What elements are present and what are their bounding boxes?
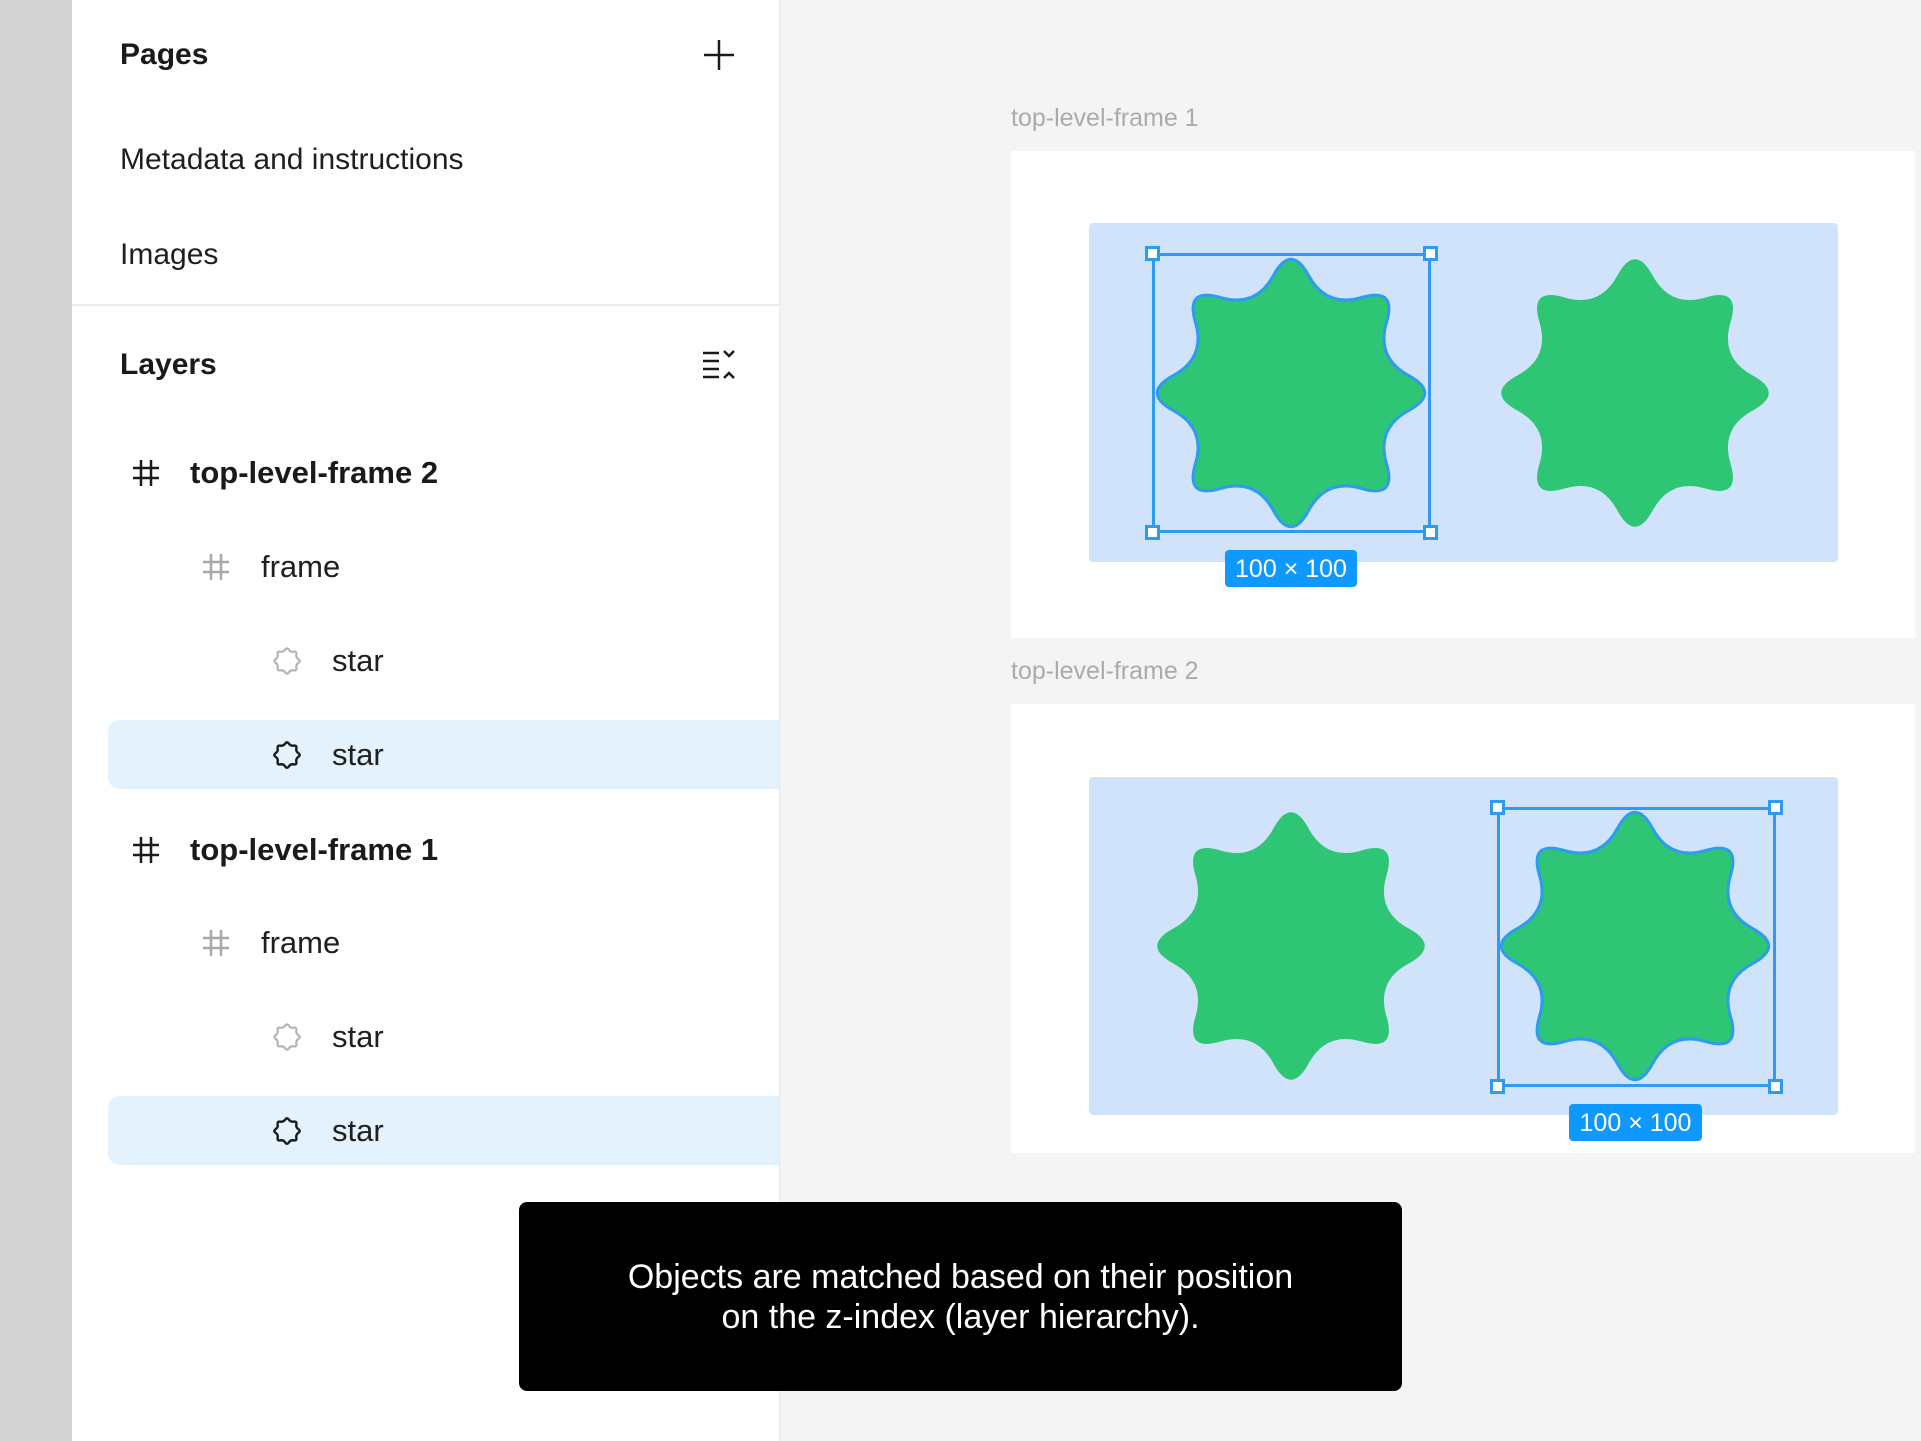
selection-box-frame-2 [1497,807,1776,1087]
star-icon [270,1020,304,1054]
layer-row-frame[interactable]: frame [108,908,779,977]
dimensions-badge-frame-2: 100 × 100 [1569,1104,1702,1141]
frame-icon [129,833,163,867]
star-icon [270,644,304,678]
layer-label: star [332,1018,384,1054]
pages-title: Pages [120,38,209,71]
caption-box: Objects are matched based on their posit… [519,1202,1402,1391]
layer-row-top-level-frame-2[interactable]: top-level-frame 2 [108,438,779,507]
left-toolbar-strip [0,0,72,1441]
layer-label: star [332,642,384,678]
frame-icon [199,926,233,960]
resize-handle-bottom-right[interactable] [1768,1079,1783,1094]
layer-label: star [332,736,384,772]
layer-row-star-selected[interactable]: star [108,720,779,789]
layer-label: frame [261,548,341,584]
star-icon [270,1114,304,1148]
selection-box-frame-1 [1152,253,1431,533]
layer-row-frame[interactable]: frame [108,532,779,601]
caption-line-1: Objects are matched based on their posit… [627,1257,1294,1296]
resize-handle-top-left[interactable] [1490,800,1505,815]
add-page-button[interactable] [700,36,738,74]
collapse-layers-icon [703,350,735,379]
layer-row-top-level-frame-1[interactable]: top-level-frame 1 [108,815,779,884]
resize-handle-top-right[interactable] [1423,246,1438,261]
panel-divider [72,304,779,306]
page-item-images[interactable]: Images [120,237,218,273]
resize-handle-top-right[interactable] [1768,800,1783,815]
star-shape-2a[interactable] [1157,812,1425,1080]
plus-icon [704,40,734,70]
layer-label: star [332,1112,384,1148]
layer-label: top-level-frame 1 [190,831,439,867]
page-item-metadata[interactable]: Metadata and instructions [120,142,464,178]
layer-label: frame [261,924,341,960]
star-icon [270,738,304,772]
frame-icon [129,456,163,490]
layers-title: Layers [120,348,217,381]
frame-label-top-level-frame-2[interactable]: top-level-frame 2 [1011,656,1199,686]
resize-handle-bottom-left[interactable] [1145,525,1160,540]
layer-row-star-selected[interactable]: star [108,1096,779,1165]
caption-line-2: on the z-index (layer hierarchy). [721,1297,1200,1336]
layer-row-star[interactable]: star [108,626,779,695]
resize-handle-bottom-left[interactable] [1490,1079,1505,1094]
dimensions-badge-frame-1: 100 × 100 [1225,550,1357,587]
star-shape-1b[interactable] [1501,259,1769,527]
collapse-layers-button[interactable] [700,346,740,384]
layer-label: top-level-frame 2 [190,454,439,490]
resize-handle-top-left[interactable] [1145,246,1160,261]
layer-row-star[interactable]: star [108,1002,779,1071]
frame-label-top-level-frame-1[interactable]: top-level-frame 1 [1011,103,1199,133]
frame-icon [199,550,233,584]
resize-handle-bottom-right[interactable] [1423,525,1438,540]
